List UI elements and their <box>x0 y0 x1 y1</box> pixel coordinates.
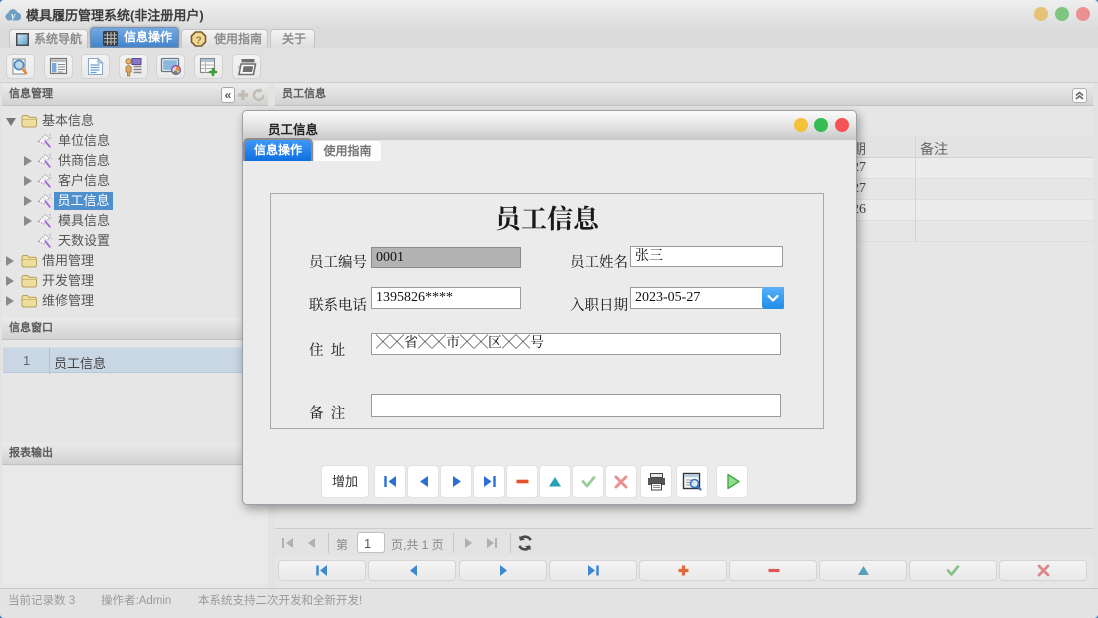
svg-text:?: ? <box>195 36 201 47</box>
svg-text:y: y <box>10 11 16 21</box>
